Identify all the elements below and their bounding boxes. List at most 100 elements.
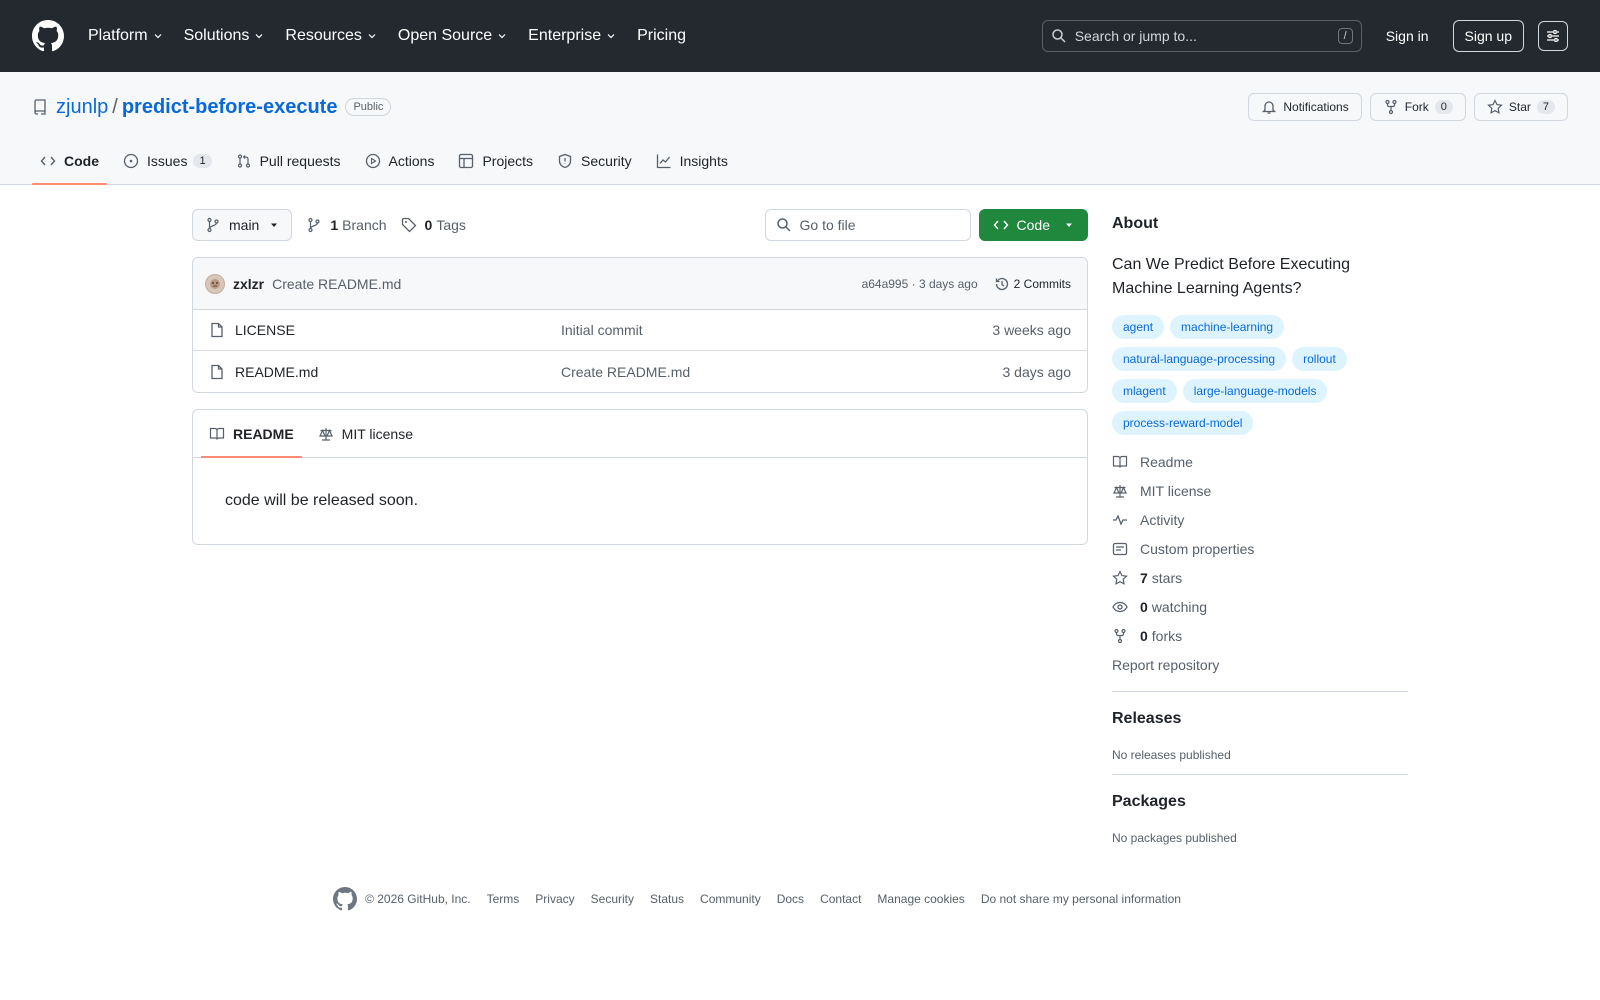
go-to-file-placeholder: Go to file — [799, 217, 856, 233]
caret-down-icon — [271, 223, 278, 227]
commit-author-link[interactable]: zxlzr — [233, 276, 264, 292]
repo-name-link[interactable]: predict-before-execute — [122, 96, 338, 119]
branches-link[interactable]: 1 Branch — [306, 217, 387, 233]
file-commit-message[interactable]: Initial commit — [561, 322, 992, 338]
github-logo-icon[interactable] — [333, 887, 358, 911]
branch-select-button[interactable]: main — [192, 209, 293, 241]
file-name-link[interactable]: LICENSE — [235, 322, 561, 338]
report-repository-link[interactable]: Report repository — [1112, 650, 1408, 679]
search-icon — [1051, 29, 1066, 43]
avatar[interactable] — [205, 273, 225, 294]
github-logo-icon[interactable] — [32, 20, 64, 52]
tab-license[interactable]: MIT license — [310, 410, 421, 457]
notifications-label: Notifications — [1283, 100, 1349, 114]
topic-tag[interactable]: large-language-models — [1182, 379, 1328, 403]
fork-label: Fork — [1404, 100, 1429, 114]
nav-pricing[interactable]: Pricing — [637, 27, 686, 45]
nav-platform[interactable]: Platform — [88, 27, 164, 45]
pull-request-icon — [237, 154, 250, 168]
topic-tag[interactable]: machine-learning — [1170, 315, 1285, 339]
tab-insights[interactable]: Insights — [648, 138, 736, 184]
go-to-file-input[interactable]: Go to file — [764, 209, 971, 241]
nav-label: Pricing — [637, 27, 686, 44]
sign-up-button[interactable]: Sign up — [1452, 20, 1524, 52]
topic-tag[interactable]: process-reward-model — [1112, 411, 1254, 435]
star-icon — [1487, 99, 1503, 114]
chevron-down-icon — [255, 34, 263, 39]
footer-link-status[interactable]: Status — [650, 892, 684, 906]
table-row[interactable]: README.md Create README.md 3 days ago — [193, 351, 1087, 392]
packages-heading[interactable]: Packages — [1112, 793, 1408, 811]
forks-text: 0 forks — [1140, 628, 1182, 644]
custom-properties-link[interactable]: Custom properties — [1112, 534, 1408, 563]
nav-enterprise[interactable]: Enterprise — [528, 27, 617, 45]
nav-solutions[interactable]: Solutions — [184, 27, 266, 45]
tab-label: Insights — [679, 153, 728, 169]
file-name-link[interactable]: README.md — [235, 364, 561, 380]
file-commit-message[interactable]: Create README.md — [561, 364, 1003, 380]
tab-actions[interactable]: Actions — [357, 138, 443, 184]
topic-tag[interactable]: mlagent — [1112, 379, 1177, 403]
topic-tag[interactable]: agent — [1112, 315, 1165, 339]
activity-link-label: Activity — [1140, 511, 1185, 528]
about-sidebar: About Can We Predict Before Executing Ma… — [1112, 209, 1408, 845]
repo-icon — [34, 99, 46, 115]
table-icon — [459, 153, 474, 169]
branch-icon — [207, 217, 219, 233]
commits-count-label: 2 Commits — [1013, 276, 1071, 291]
repo-files-column: main 1 Branch 0 Tags Go to file Code zxl… — [192, 209, 1088, 845]
note-icon — [1112, 542, 1128, 555]
star-label: Star — [1508, 100, 1531, 114]
activity-link[interactable]: Activity — [1112, 505, 1408, 534]
chevron-down-icon — [607, 34, 615, 39]
stars-link[interactable]: 7 stars — [1112, 563, 1408, 592]
tab-readme[interactable]: README — [201, 410, 302, 458]
commits-history-link[interactable]: 2 Commits — [994, 276, 1071, 292]
chevron-down-icon — [368, 34, 376, 39]
forks-link[interactable]: 0 forks — [1112, 621, 1408, 650]
tab-label: MIT license — [341, 425, 413, 442]
search-icon — [776, 218, 791, 232]
footer-link-manage-cookies[interactable]: Manage cookies — [877, 892, 964, 906]
toolbar-right: Go to file Code — [764, 209, 1088, 241]
notifications-button[interactable]: Notifications — [1248, 93, 1362, 121]
watching-link[interactable]: 0 watching — [1112, 592, 1408, 621]
footer-link-contact[interactable]: Contact — [820, 892, 861, 906]
header-menu-button[interactable] — [1538, 21, 1568, 51]
releases-heading[interactable]: Releases — [1112, 710, 1408, 728]
topic-tag[interactable]: rollout — [1292, 347, 1347, 371]
tab-projects[interactable]: Projects — [450, 138, 541, 184]
fork-button[interactable]: Fork 0 — [1369, 93, 1466, 121]
readme-link[interactable]: Readme — [1112, 447, 1408, 476]
tags-link[interactable]: 0 Tags — [401, 217, 466, 233]
repo-title-row: zjunlp / predict-before-execute Public N… — [32, 72, 1568, 134]
tab-issues[interactable]: Issues 1 — [115, 138, 220, 184]
code-download-button[interactable]: Code — [978, 209, 1088, 241]
stars-text: 7 stars — [1140, 570, 1182, 586]
footer-link-security[interactable]: Security — [591, 892, 634, 906]
nav-open-source[interactable]: Open Source — [398, 27, 508, 45]
footer-link-docs[interactable]: Docs — [777, 892, 804, 906]
global-search-input[interactable]: Search or jump to... / — [1041, 20, 1362, 52]
commit-message-link[interactable]: Create README.md — [272, 276, 401, 292]
footer-link-do-not-share[interactable]: Do not share my personal information — [981, 892, 1181, 906]
nav-resources[interactable]: Resources — [285, 27, 377, 45]
table-row[interactable]: LICENSE Initial commit 3 weeks ago — [193, 310, 1087, 351]
readme-link-label: Readme — [1140, 453, 1193, 470]
star-button[interactable]: Star 7 — [1473, 93, 1568, 121]
footer-link-privacy[interactable]: Privacy — [535, 892, 574, 906]
tab-security[interactable]: Security — [549, 138, 640, 184]
footer-link-community[interactable]: Community — [700, 892, 761, 906]
commit-hash-time[interactable]: a64a995 · 3 days ago — [862, 277, 978, 291]
license-link[interactable]: MIT license — [1112, 476, 1408, 505]
fork-icon — [1114, 628, 1126, 643]
chevron-down-icon — [154, 34, 162, 39]
topic-tag[interactable]: natural-language-processing — [1112, 347, 1287, 371]
tab-code[interactable]: Code — [32, 138, 107, 185]
repo-owner-link[interactable]: zjunlp — [56, 96, 108, 119]
sign-in-link[interactable]: Sign in — [1378, 22, 1437, 50]
readme-panel: README MIT license code will be released… — [192, 409, 1088, 545]
repo-tabs: Code Issues 1 Pull requests Actions Proj… — [32, 138, 1568, 185]
footer-link-terms[interactable]: Terms — [487, 892, 520, 906]
tab-pull-requests[interactable]: Pull requests — [228, 138, 349, 184]
